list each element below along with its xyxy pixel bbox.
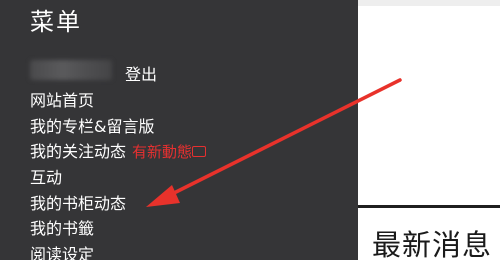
menu-item-column-guestbook[interactable]: 我的专栏&留言版 <box>30 114 206 140</box>
menu-item-label: 我的专栏&留言版 <box>30 116 155 136</box>
menu-item-bookshelf-feed[interactable]: 我的书柜动态 <box>30 191 206 217</box>
menu-list: 网站首页 我的专栏&留言版 我的关注动态 有新動態 互动 我的书柜动态 我的书籤 … <box>30 88 207 268</box>
menu-item-label: 网站首页 <box>30 91 95 110</box>
menu-item-label: 我的关注动态 <box>30 142 127 162</box>
menu-item-bookmarks[interactable]: 我的书籤 <box>30 216 206 242</box>
logout-link[interactable]: 登出 <box>125 61 157 85</box>
content-pane <box>358 0 500 260</box>
blurred-username <box>30 60 112 80</box>
new-activity-badge: 有新動態 <box>132 143 207 162</box>
menu-item-interaction[interactable]: 互动 <box>30 165 206 191</box>
menu-item-label: 我的书柜动态 <box>30 193 127 213</box>
menu-item-label: 阅读设定 <box>30 245 95 265</box>
badge-label: 有新動態 <box>132 143 193 162</box>
latest-news-heading: 最新消息 <box>372 228 493 262</box>
menu-item-reading-settings[interactable]: 阅读设定 <box>30 242 206 268</box>
menu-item-label: 互动 <box>30 168 63 188</box>
menu-title: 菜单 <box>30 8 82 36</box>
message-icon <box>192 146 207 158</box>
menu-item-home[interactable]: 网站首页 <box>30 88 206 114</box>
menu-item-following-feed[interactable]: 我的关注动态 有新動態 <box>30 139 207 165</box>
content-top-strip <box>358 0 500 6</box>
content-divider <box>358 205 500 208</box>
menu-item-label: 我的书籤 <box>30 219 95 239</box>
